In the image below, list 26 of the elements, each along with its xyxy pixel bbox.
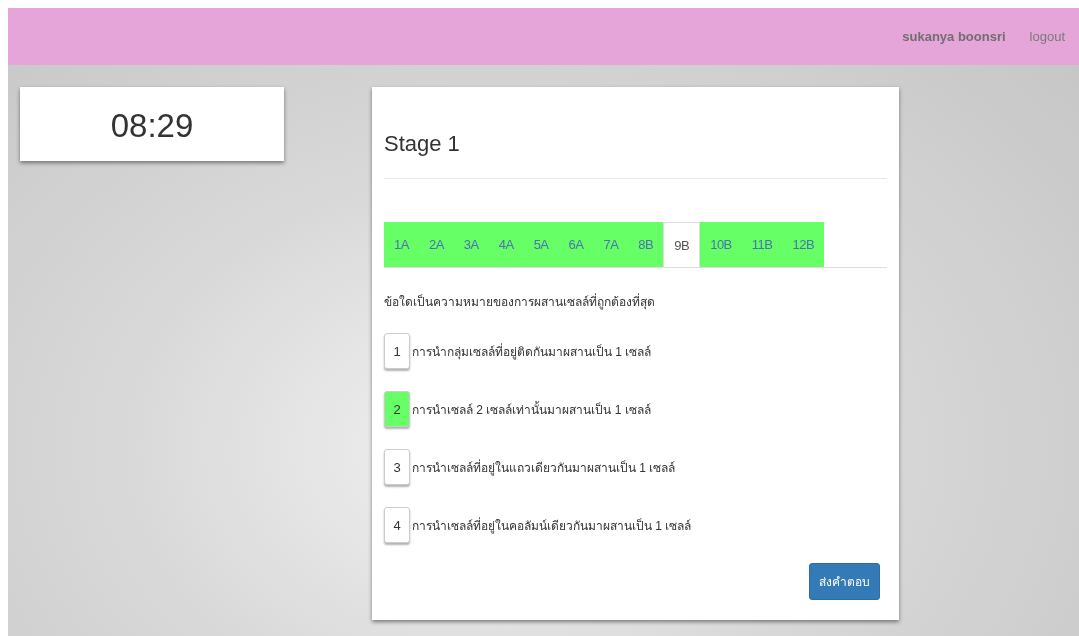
answer-choice-button[interactable]: 2 [384,391,410,427]
answer-text: การนำเซลล์ที่อยู่ในคอลัมน์เดียวกันมาผสานเป็น 1 เซลล์ [412,516,692,535]
question-tab[interactable]: 9B [663,222,701,267]
answer-choice-button[interactable]: 3 [384,449,410,485]
question-tab[interactable]: 7A [593,222,629,267]
question-tab[interactable]: 8B [628,222,664,267]
answer-text: การนำเซลล์ที่อยู่ในแถวเดียวกันมาผสานเป็น 1 เซลล์ [412,458,676,477]
answer-choice-button[interactable]: 4 [384,507,410,543]
question-tab[interactable]: 12B [782,222,825,267]
question-tab[interactable]: 6A [558,222,594,267]
question-text: ข้อใดเป็นความหมายของการผสานเซลล์ที่ถูกต้องที่สุด [384,292,656,311]
question-tab[interactable]: 4A [488,222,524,267]
question-tab[interactable]: 11B [741,222,783,267]
user-name: sukanya boonsri [902,29,1006,44]
answer-text: การนำกลุ่มเซลล์ที่อยู่ติดกันมาผสานเป็น 1 เซลล์ [412,342,652,361]
logout-link[interactable]: logout [1029,29,1065,44]
answer-choice-button[interactable]: 1 [384,333,410,369]
submit-button[interactable]: ส่งคำตอบ [809,563,880,600]
stage-title: Stage 1 [384,87,887,179]
question-tab[interactable]: 1A [384,222,419,267]
countdown-timer: 08:29 [110,109,194,146]
answer-text: การนำเซลล์ 2 เซลล์เท่านั้นมาผสานเป็น 1 เซลล์ [412,400,651,419]
question-tab[interactable]: 10B [700,222,742,267]
question-tab[interactable]: 3A [453,222,489,267]
question-tab[interactable]: 5A [523,222,559,267]
question-tab[interactable]: 2A [418,222,454,267]
